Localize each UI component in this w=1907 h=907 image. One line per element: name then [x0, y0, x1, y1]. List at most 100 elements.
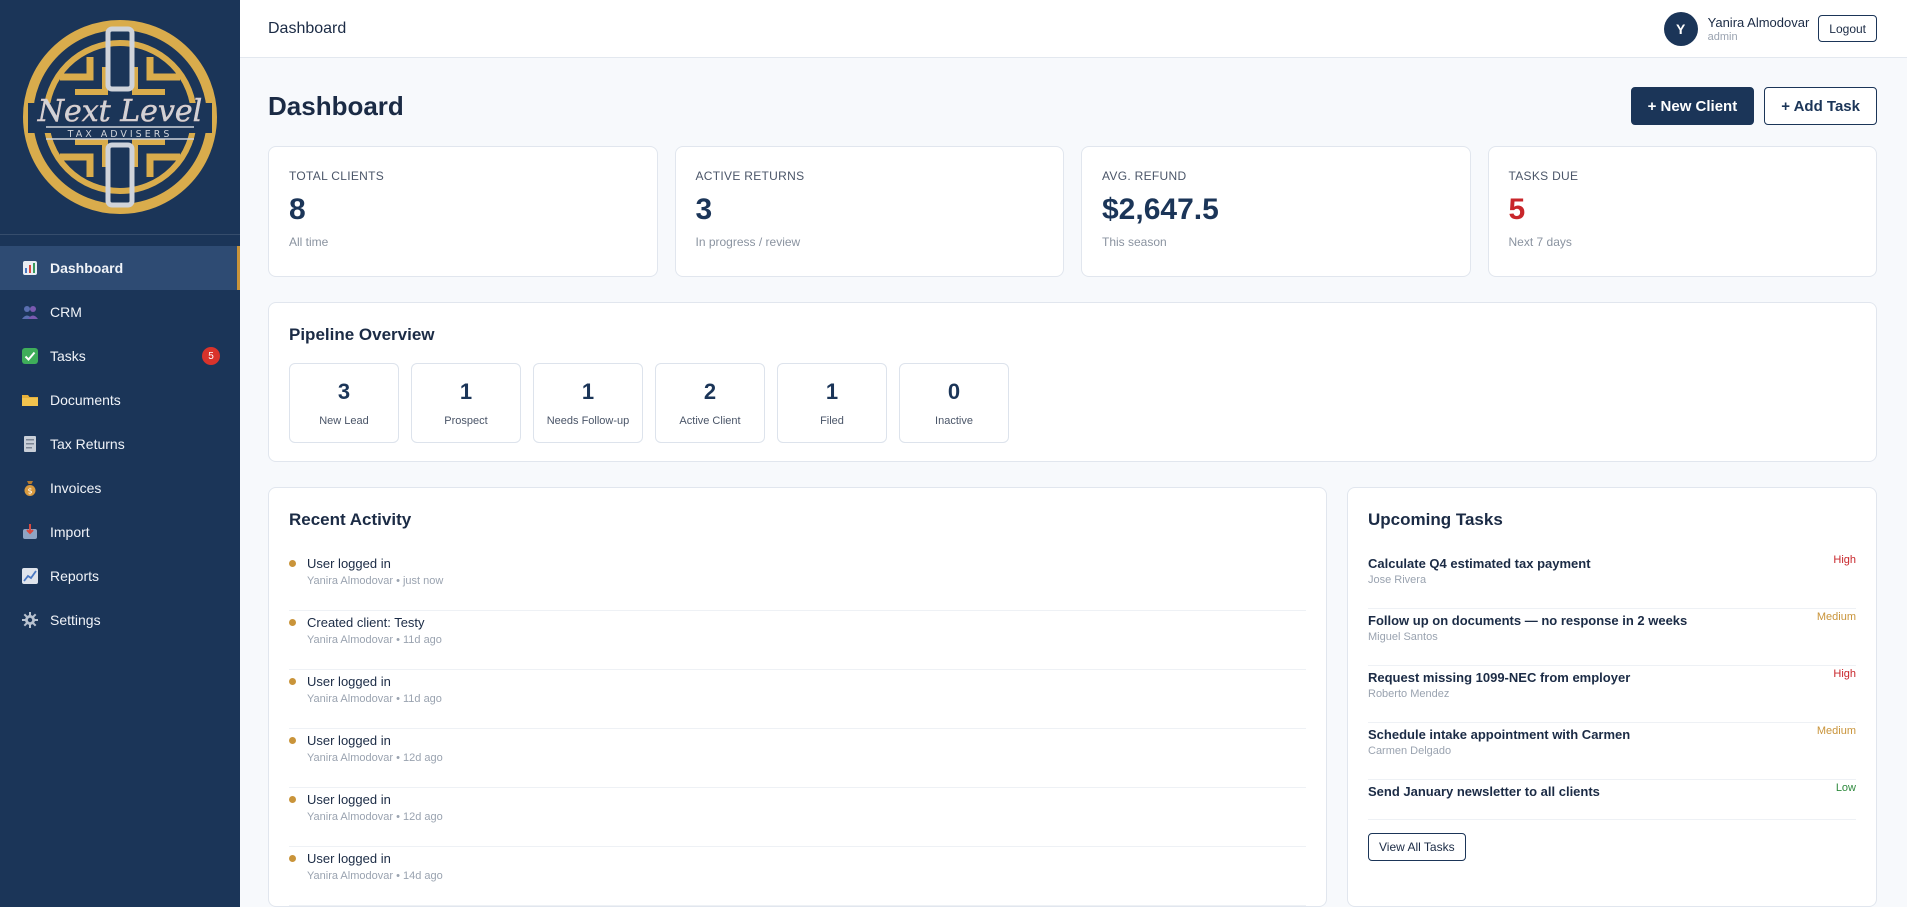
priority-badge: Low — [1835, 782, 1856, 794]
list-item: User logged in Yanira Almodovar • 12d ag… — [289, 788, 1306, 847]
sidebar-item-import[interactable]: Import — [0, 510, 240, 554]
user-name: Yanira Almodovar — [1707, 14, 1810, 30]
task-item[interactable]: Calculate Q4 estimated tax payment Jose … — [1368, 552, 1856, 609]
logout-button[interactable]: Logout — [1818, 15, 1877, 42]
stage-label: Inactive — [935, 415, 973, 427]
pipeline-stage-new-lead[interactable]: 3 New Lead — [289, 363, 399, 443]
activity-title-text: User logged in — [307, 851, 391, 866]
sidebar-item-dashboard[interactable]: Dashboard — [0, 246, 240, 290]
sidebar-item-crm[interactable]: CRM — [0, 290, 240, 334]
activity-meta: Yanira Almodovar • 12d ago — [307, 811, 443, 823]
topbar: Dashboard Y Yanira Almodovar admin Logou… — [240, 0, 1907, 58]
stat-subtext: Next 7 days — [1508, 235, 1572, 249]
task-client: Roberto Mendez — [1368, 688, 1450, 700]
stat-cards: TOTAL CLIENTS 8 All time ACTIVE RETURNS … — [268, 146, 1877, 277]
chart-icon — [22, 260, 38, 276]
task-list: Calculate Q4 estimated tax payment Jose … — [1368, 552, 1856, 820]
activity-title: Recent Activity — [289, 510, 412, 529]
activity-meta: Yanira Almodovar • 11d ago — [307, 634, 442, 646]
pipeline-stage-active-client[interactable]: 2 Active Client — [655, 363, 765, 443]
avatar[interactable]: Y — [1663, 11, 1698, 46]
topbar-title: Dashboard — [268, 19, 347, 37]
sidebar-item-invoices[interactable]: $ Invoices — [0, 466, 240, 510]
stage-label: Needs Follow-up — [546, 415, 630, 427]
sidebar-item-reports[interactable]: Reports — [0, 554, 240, 598]
task-title: Request missing 1099-NEC from employer — [1368, 670, 1631, 685]
task-item[interactable]: Follow up on documents — no response in … — [1368, 609, 1856, 666]
task-item[interactable]: Schedule intake appointment with Carmen … — [1368, 723, 1856, 780]
stage-count: 0 — [947, 379, 961, 404]
page-header: Dashboard + New Client + Add Task — [268, 86, 1877, 126]
task-title: Follow up on documents — no response in … — [1368, 613, 1688, 628]
page-actions: + New Client + Add Task — [1630, 87, 1877, 125]
import-icon — [22, 524, 38, 540]
stat-label: TASKS DUE — [1508, 169, 1579, 183]
stat-value: $2,647.5 — [1102, 193, 1219, 226]
stage-label: New Lead — [319, 415, 369, 427]
task-client: Jose Rivera — [1368, 574, 1427, 586]
activity-title-text: Created client: Testy — [307, 615, 425, 630]
pipeline-title: Pipeline Overview — [289, 325, 435, 344]
upcoming-tasks-card: Upcoming Tasks Calculate Q4 estimated ta… — [1347, 487, 1877, 907]
pipeline-stage-filed[interactable]: 1 Filed — [777, 363, 887, 443]
sidebar-nav: Dashboard CRM Tasks 5 Documents Tax Retu… — [0, 235, 240, 642]
pipeline-stage-needs-follow-up[interactable]: 1 Needs Follow-up — [533, 363, 643, 443]
pipeline-stage-inactive[interactable]: 0 Inactive — [899, 363, 1009, 443]
stat-label: TOTAL CLIENTS — [289, 169, 385, 183]
sidebar-item-label: Tax Returns — [50, 436, 125, 452]
add-task-button[interactable]: + Add Task — [1764, 87, 1877, 125]
stat-subtext: In progress / review — [695, 235, 801, 249]
task-client: Miguel Santos — [1368, 631, 1438, 643]
sidebar-item-tax-returns[interactable]: Tax Returns — [0, 422, 240, 466]
sidebar-item-label: CRM — [50, 304, 82, 320]
checkbox-icon — [22, 348, 38, 364]
task-title: Schedule intake appointment with Carmen — [1368, 727, 1631, 742]
list-item: User logged in Yanira Almodovar • 14d ag… — [289, 847, 1306, 906]
view-all-tasks-button[interactable]: View All Tasks — [1368, 833, 1466, 861]
sidebar-item-label: Documents — [50, 392, 121, 408]
stage-label: Active Client — [679, 415, 741, 427]
activity-dot-icon — [289, 796, 296, 803]
activity-meta: Yanira Almodovar • just now — [307, 575, 444, 587]
activity-dot-icon — [289, 737, 296, 744]
priority-badge: Medium — [1816, 725, 1856, 737]
sidebar-item-settings[interactable]: Settings — [0, 598, 240, 642]
pipeline-stages: 3 New Lead 1 Prospect 1 Needs Follow-up … — [289, 363, 1856, 443]
sidebar-item-label: Reports — [50, 568, 100, 584]
task-item[interactable]: Send January newsletter to all clients L… — [1368, 780, 1856, 820]
task-item[interactable]: Request missing 1099-NEC from employer R… — [1368, 666, 1856, 723]
new-client-button[interactable]: + New Client — [1630, 87, 1755, 125]
activity-dot-icon — [289, 619, 296, 626]
stat-card-total-clients: TOTAL CLIENTS 8 All time — [268, 146, 658, 277]
logo-emblem-icon: Next Level TAX ADVISERS — [23, 20, 217, 214]
stat-subtext: This season — [1102, 235, 1167, 249]
stat-card-active-returns: ACTIVE RETURNS 3 In progress / review — [674, 146, 1064, 277]
gear-icon — [22, 612, 38, 628]
sidebar: Next Level TAX ADVISERS Dashboard CRM Ta… — [0, 0, 240, 907]
stage-count: 2 — [703, 379, 717, 404]
pipeline-stage-prospect[interactable]: 1 Prospect — [411, 363, 521, 443]
activity-title-text: User logged in — [307, 674, 391, 689]
people-icon — [22, 304, 38, 320]
list-item: User logged in Yanira Almodovar • just n… — [289, 552, 1306, 611]
stage-count: 3 — [337, 379, 351, 404]
activity-meta: Yanira Almodovar • 14d ago — [307, 870, 443, 882]
sidebar-item-label: Import — [50, 524, 90, 540]
user-menu: Y Yanira Almodovar admin Logout — [1663, 11, 1877, 46]
sidebar-item-documents[interactable]: Documents — [0, 378, 240, 422]
stat-card-tasks-due: TASKS DUE 5 Next 7 days — [1487, 146, 1877, 277]
sidebar-item-label: Tasks — [50, 348, 86, 364]
list-item: User logged in Yanira Almodovar • 11d ag… — [289, 670, 1306, 729]
activity-title-text: User logged in — [307, 792, 391, 807]
stage-count: 1 — [459, 379, 473, 404]
list-item: User logged in Yanira Almodovar • 12d ag… — [289, 729, 1306, 788]
stage-count: 1 — [825, 379, 839, 404]
pipeline-overview-card: Pipeline Overview 3 New Lead 1 Prospect … — [268, 302, 1877, 462]
stat-subtext: All time — [289, 235, 329, 249]
sidebar-item-tasks[interactable]: Tasks 5 — [0, 334, 240, 378]
stat-card-avg-refund: AVG. REFUND $2,647.5 This season — [1081, 146, 1471, 277]
sidebar-item-label: Dashboard — [50, 260, 124, 276]
activity-dot-icon — [289, 678, 296, 685]
activity-dot-icon — [289, 560, 296, 567]
activity-dot-icon — [289, 855, 296, 862]
